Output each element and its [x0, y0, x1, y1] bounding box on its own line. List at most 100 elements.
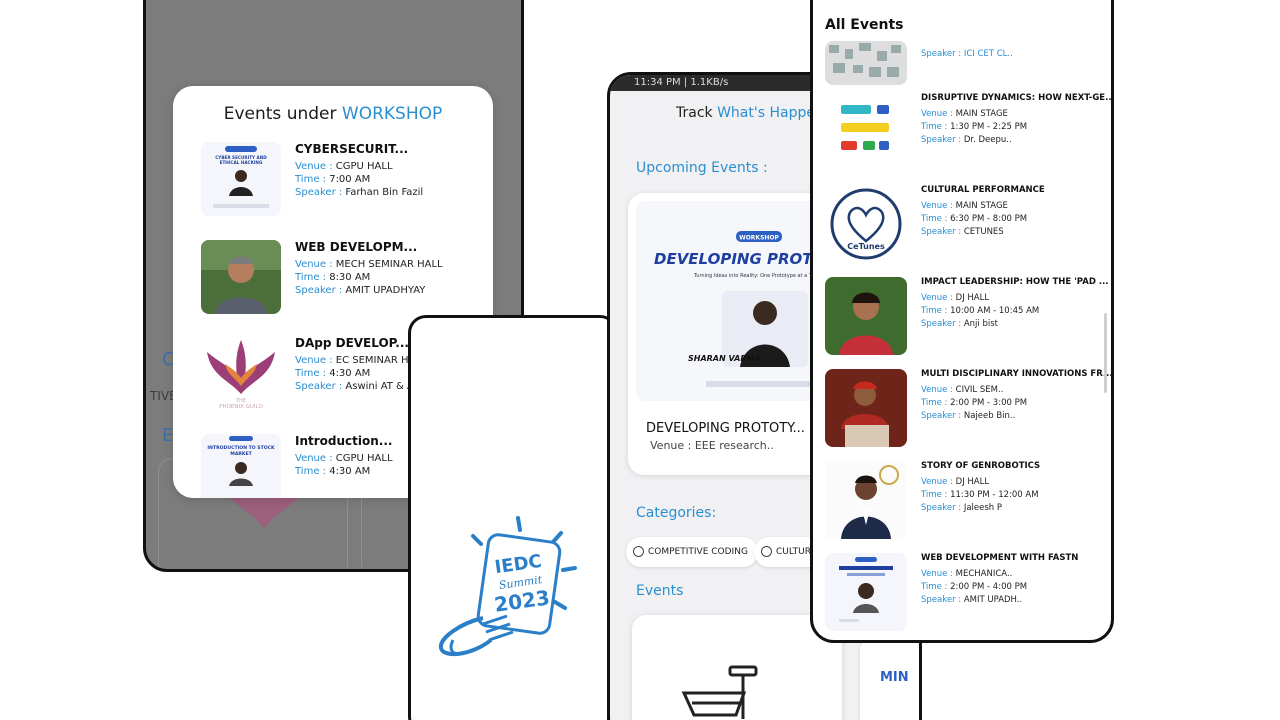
speaker-photo: [825, 461, 907, 539]
upcoming-events-heading: Upcoming Events :: [636, 160, 768, 176]
event-speaker: Speaker : Jaleesh P: [921, 503, 1002, 513]
venue-label: Venue :: [921, 385, 956, 395]
dialog-title: Events under WORKSHOP: [173, 104, 493, 124]
venue-label: Venue :: [295, 161, 336, 172]
time-label: Time :: [921, 490, 951, 500]
time-label: Time :: [921, 214, 951, 224]
category-label: COMPETITIVE CODING: [648, 547, 748, 557]
event-title: Introduction...: [295, 434, 393, 448]
time-value: 6:30 PM - 8:00 PM: [950, 214, 1028, 224]
all-events-title: All Events: [825, 17, 904, 33]
event-card-partial[interactable]: MIN: [860, 640, 919, 720]
all-events-item[interactable]: IMPACT LEADERSHIP: HOW THE 'PAD ... Venu…: [825, 277, 1111, 357]
event-venue: Venue : DJ HALL: [921, 477, 989, 487]
speaker-label: Speaker :: [921, 319, 964, 329]
time-value: 8:30 AM: [329, 272, 371, 283]
event-venue: Venue : MECHANICA..: [921, 569, 1012, 579]
poster-subtitle: Turning Ideas into Reality: One Prototyp…: [693, 273, 821, 279]
speaker-value: CETUNES: [963, 227, 1004, 237]
event-title: IMPACT LEADERSHIP: HOW THE 'PAD ...: [921, 277, 1109, 287]
time-value: 11:30 PM - 12:00 AM: [950, 490, 1039, 500]
event-venue: Venue : MAIN STAGE: [921, 201, 1008, 211]
cetunes-logo: CeTunes: [825, 185, 907, 263]
time-value: 2:00 PM - 3:00 PM: [950, 398, 1028, 408]
event-thumbnail-pattern: [825, 41, 907, 85]
time-label: Time :: [921, 306, 951, 316]
speaker-photo: [825, 369, 907, 447]
venue-value: CGPU HALL: [335, 453, 393, 464]
code-icon: [633, 546, 644, 557]
event-speaker: Speaker : Anji bist: [921, 319, 998, 329]
event-venue: Venue : MAIN STAGE: [921, 109, 1008, 119]
speaker-value: Najeeb Bin..: [963, 411, 1016, 421]
venue-label: Venue :: [295, 355, 336, 366]
time-value: 4:30 AM: [329, 466, 371, 477]
speaker-label: Speaker :: [295, 381, 346, 392]
time-value: 1:30 PM - 2:25 PM: [950, 122, 1028, 132]
event-title: DISRUPTIVE DYNAMICS: HOW NEXT-GE...: [921, 93, 1114, 103]
event-venue: Venue : EC SEMINAR HA: [295, 355, 415, 366]
venue-label: Venue :: [921, 569, 956, 579]
event-speaker: Speaker : Aswini AT & As: [295, 381, 419, 392]
venue-label: Venue :: [921, 477, 956, 487]
all-events-item[interactable]: MULTI DISCIPLINARY INNOVATIONS FR... Ven…: [825, 369, 1113, 449]
event-thumbnail-colors: [825, 93, 907, 171]
event-title: WEB DEVELOPMENT WITH FASTN: [921, 553, 1079, 563]
bg-events-fragment: E: [162, 425, 174, 446]
speaker-label: Speaker :: [921, 595, 964, 605]
time-value: 7:00 AM: [329, 174, 371, 185]
event-card[interactable]: [632, 615, 842, 720]
speaker-value: Dr. Deepu..: [963, 135, 1012, 145]
svg-text:ETHICAL HACKING: ETHICAL HACKING: [220, 160, 263, 165]
all-events-item[interactable]: WEB DEVELOPMENT WITH FASTN Venue : MECHA…: [825, 553, 1111, 633]
upcoming-event-venue: Venue : EEE research..: [650, 439, 774, 452]
event-time: Time : 8:30 AM: [295, 272, 370, 283]
event-title: CYBERSECURIT...: [295, 142, 409, 156]
event-time: Time : 11:30 PM - 12:00 AM: [921, 490, 1039, 500]
event-time: Time : 7:00 AM: [295, 174, 370, 185]
event-time: Time : 4:30 AM: [295, 368, 370, 379]
workshop-event-item[interactable]: WEB DEVELOPM... Venue : MECH SEMINAR HAL…: [201, 240, 491, 316]
time-label: Time :: [295, 368, 330, 379]
speaker-label: Speaker :: [295, 187, 346, 198]
venue-value: DJ HALL: [955, 477, 990, 487]
dialog-title-category: WORKSHOP: [341, 104, 443, 124]
event-venue: Venue : DJ HALL: [921, 293, 989, 303]
poster-speaker: SHARAN VARMA: [688, 354, 761, 363]
time-label: Time :: [295, 174, 330, 185]
venue-value: MAIN STAGE: [955, 201, 1008, 211]
poster-badge: WORKSHOP: [739, 235, 779, 242]
events-scrollbar[interactable]: [1104, 313, 1107, 393]
event-title: WEB DEVELOPM...: [295, 240, 418, 254]
home-title-accent: What's Happe: [717, 105, 815, 121]
event-time: Time : 1:30 PM - 2:25 PM: [921, 122, 1027, 132]
event-title: MULTI DISCIPLINARY INNOVATIONS FR...: [921, 369, 1113, 379]
event-speaker: Speaker : AMIT UPADHYAY: [295, 285, 425, 296]
category-chip-competitive-coding[interactable]: COMPETITIVE CODING: [626, 537, 758, 567]
event-time: Time : 6:30 PM - 8:00 PM: [921, 214, 1027, 224]
event-speaker: Speaker : ICI CET CL..: [921, 49, 1013, 59]
upcoming-event-name: DEVELOPING PROTOTY...: [646, 421, 805, 436]
event-venue: Venue : MECH SEMINAR HALL: [295, 259, 443, 270]
all-events-item[interactable]: Speaker : ICI CET CL..: [825, 37, 1111, 85]
event-title: CULTURAL PERFORMANCE: [921, 185, 1045, 195]
all-events-item[interactable]: STORY OF GENROBOTICS Venue : DJ HALL Tim…: [825, 461, 1111, 541]
home-title-prefix: Track: [676, 105, 718, 121]
venue-label: Venue :: [295, 453, 336, 464]
all-events-item[interactable]: DISRUPTIVE DYNAMICS: HOW NEXT-GE... Venu…: [825, 93, 1114, 173]
event-title: STORY OF GENROBOTICS: [921, 461, 1041, 471]
categories-heading: Categories:: [636, 505, 717, 521]
iedc-summit-logo: IEDC Summit 2023: [439, 516, 577, 657]
time-label: Time :: [921, 398, 951, 408]
events-heading: Events: [636, 583, 684, 599]
all-events-item[interactable]: CeTunes CULTURAL PERFORMANCE Venue : MAI…: [825, 185, 1111, 265]
dialog-title-prefix: Events under: [223, 104, 342, 124]
event-time: Time : 10:00 AM - 10:45 AM: [921, 306, 1039, 316]
speaker-value: AMIT UPADH..: [963, 595, 1023, 605]
speaker-value: Farhan Bin Fazil: [345, 187, 424, 198]
time-label: Time :: [295, 272, 330, 283]
workshop-event-item[interactable]: CYBER SECURITY AND ETHICAL HACKING CYBER…: [201, 142, 491, 218]
event-photo-speaker: [201, 240, 281, 314]
speaker-value: AMIT UPADHYAY: [345, 285, 426, 296]
event-speaker: Speaker : Farhan Bin Fazil: [295, 187, 423, 198]
